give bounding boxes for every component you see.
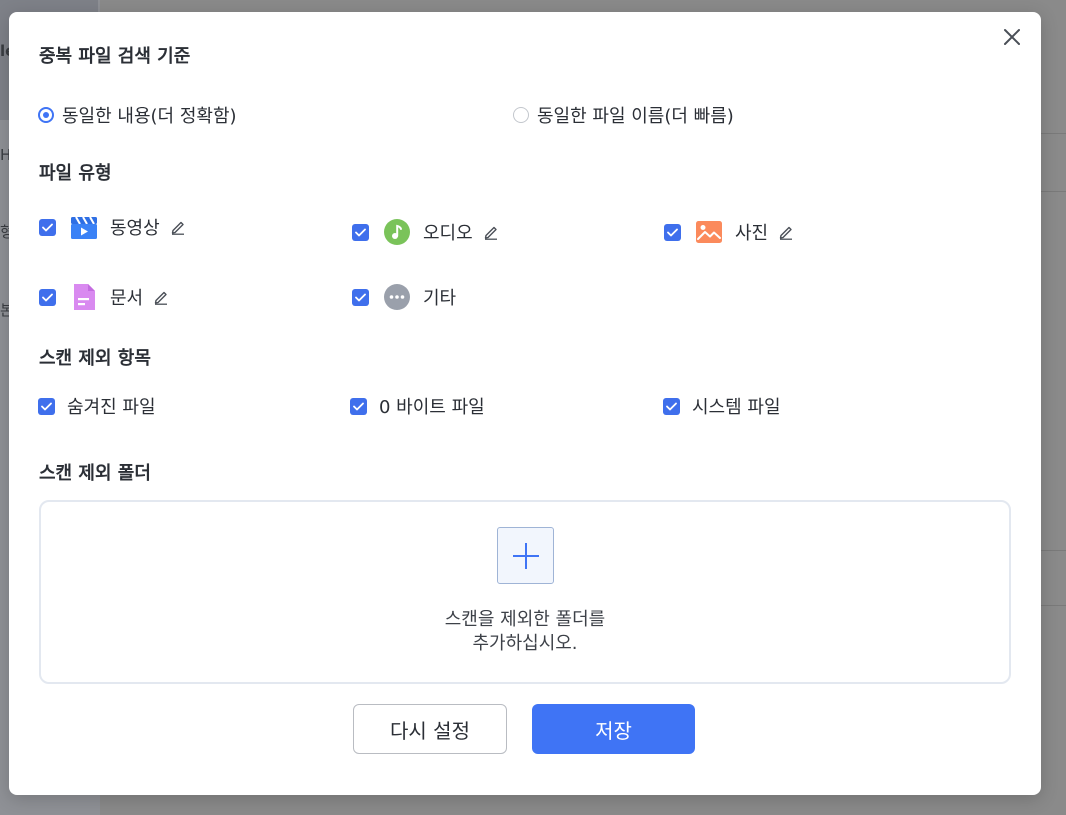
exclude-title: 스캔 제외 항목 (39, 348, 151, 369)
filetype-video[interactable]: 동영상 (39, 213, 186, 241)
radio-label: 동일한 내용(더 정확함) (62, 106, 237, 127)
radio-same-content[interactable]: 동일한 내용(더 정확함) (38, 102, 237, 128)
checkbox[interactable] (39, 218, 56, 236)
music-note-icon (384, 219, 410, 245)
exclude-hidden-files[interactable]: 숨겨진 파일 (38, 393, 156, 419)
checkmark-icon (353, 402, 364, 410)
video-clapper-icon (71, 216, 97, 239)
filetype-label: 동영상 (110, 218, 160, 239)
filetype-audio[interactable]: 오디오 (352, 218, 499, 246)
plus-icon (512, 542, 539, 569)
checkmark-icon (355, 293, 366, 301)
reset-button[interactable]: 다시 설정 (353, 704, 507, 754)
checkbox[interactable] (38, 397, 55, 415)
checkmark-icon (666, 402, 677, 410)
checkmark-icon (42, 293, 53, 301)
checkmark-icon (42, 223, 53, 231)
filetype-label: 사진 (735, 223, 769, 244)
radio-indicator[interactable] (38, 107, 54, 123)
dropzone-hint: 스캔을 제외한 폴더를 추가하십시오. (41, 608, 1009, 656)
document-icon (74, 284, 95, 310)
radio-same-filename[interactable]: 동일한 파일 이름(더 빠름) (513, 102, 734, 128)
criteria-title: 중복 파일 검색 기준 (39, 46, 191, 67)
filetype-title: 파일 유형 (39, 163, 112, 184)
checkmark-icon (355, 228, 366, 236)
exclude-label: 숨겨진 파일 (67, 397, 156, 418)
add-folder-button[interactable] (497, 527, 554, 584)
exclude-system-files[interactable]: 시스템 파일 (663, 393, 781, 419)
scan-settings-dialog: 중복 파일 검색 기준 동일한 내용(더 정확함) 동일한 파일 이름(더 빠름… (9, 12, 1041, 795)
save-button[interactable]: 저장 (532, 704, 695, 754)
filetype-photo[interactable]: 사진 (664, 218, 794, 246)
exclude-label: 시스템 파일 (692, 397, 781, 418)
checkbox[interactable] (663, 397, 680, 415)
dropzone-hint-line: 스캔을 제외한 폴더를 (444, 609, 606, 630)
dropzone-hint-line: 추가하십시오. (472, 633, 578, 654)
radio-label: 동일한 파일 이름(더 빠름) (537, 106, 734, 127)
checkmark-icon (41, 402, 52, 410)
image-icon (696, 221, 722, 243)
pencil-edit-icon[interactable] (153, 289, 169, 305)
exclude-zero-byte-files[interactable]: 0 바이트 파일 (350, 393, 485, 419)
checkbox[interactable] (39, 288, 56, 306)
pencil-edit-icon[interactable] (483, 224, 499, 240)
filetype-label: 오디오 (423, 223, 473, 244)
filetype-label: 기타 (423, 288, 457, 309)
checkmark-icon (667, 228, 678, 236)
filetype-label: 문서 (110, 288, 144, 309)
exclude-label: 0 바이트 파일 (379, 397, 485, 418)
pencil-edit-icon[interactable] (778, 224, 794, 240)
close-icon (1004, 29, 1020, 45)
radio-indicator[interactable] (513, 107, 529, 123)
checkbox[interactable] (352, 223, 369, 241)
exclude-folder-title: 스캔 제외 폴더 (39, 463, 151, 484)
filetype-other[interactable]: 기타 (352, 283, 456, 311)
checkbox[interactable] (350, 397, 367, 415)
checkbox[interactable] (664, 223, 681, 241)
filetype-document[interactable]: 문서 (39, 283, 169, 311)
close-button[interactable] (1001, 26, 1023, 48)
checkbox[interactable] (352, 288, 369, 306)
more-dots-icon (384, 284, 410, 310)
pencil-edit-icon[interactable] (170, 219, 186, 235)
exclude-folder-dropzone[interactable]: 스캔을 제외한 폴더를 추가하십시오. (39, 500, 1011, 684)
